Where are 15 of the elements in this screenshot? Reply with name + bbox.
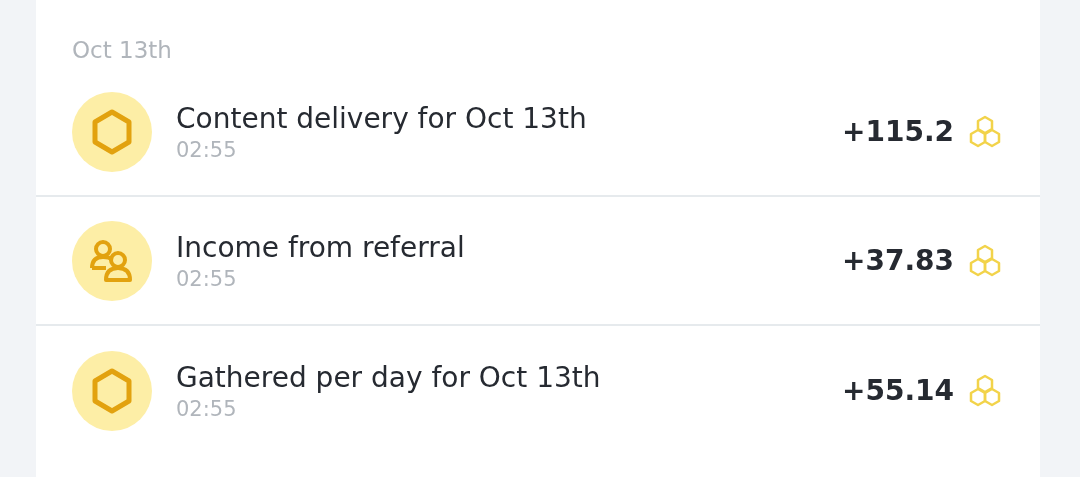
hexagon-icon xyxy=(91,367,133,414)
transaction-row[interactable]: Gathered per day for Oct 13th 02:55 +55.14 xyxy=(36,326,1040,455)
transaction-amount: +115.2 xyxy=(841,115,954,148)
transaction-amount: +55.14 xyxy=(841,374,954,407)
transaction-row[interactable]: Income from referral 02:55 +37.83 xyxy=(36,197,1040,326)
transaction-title: Content delivery for Oct 13th xyxy=(176,100,588,137)
transaction-time: 02:55 xyxy=(176,265,238,292)
date-heading: Oct 13th xyxy=(71,36,173,65)
hexagon-icon xyxy=(91,108,133,155)
transaction-row[interactable]: Content delivery for Oct 13th 02:55 +115.2 xyxy=(36,68,1040,197)
transaction-amount: +37.83 xyxy=(841,244,954,277)
transaction-title: Income from referral xyxy=(176,229,466,266)
transaction-time: 02:55 xyxy=(176,136,238,163)
transaction-time: 02:55 xyxy=(176,395,238,422)
transaction-title: Gathered per day for Oct 13th xyxy=(176,359,602,396)
